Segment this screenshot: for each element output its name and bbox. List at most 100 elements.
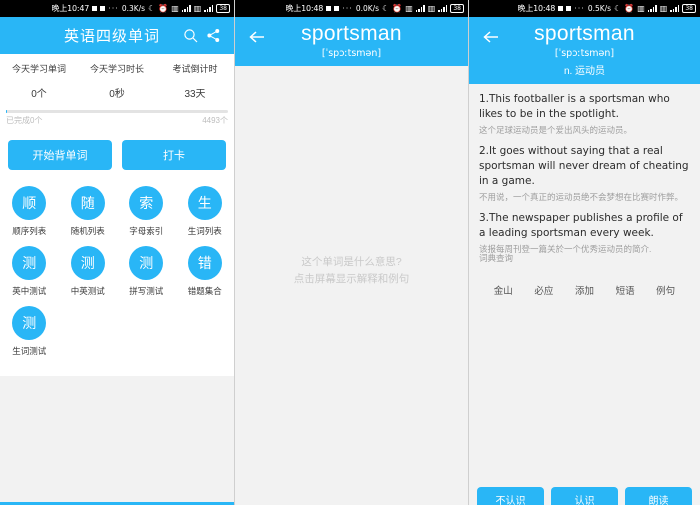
alarm-icon: ⏰ [392,3,403,13]
grid-label: 随机列表 [70,226,105,236]
word-phonetic: [ˈspɔːtsmən] [554,48,615,59]
grid-label: 英中测试 [12,286,47,296]
page-title: 英语四级单词 [63,28,160,45]
status-network-speed: 0.5K/s [587,4,612,13]
grid-icon: 随 [70,186,105,220]
grid-item-spelling-test[interactable]: 测 拼写测试 [117,246,176,297]
grid-icon: 顺 [12,186,47,220]
link-jinshan[interactable]: 金山 [494,283,513,297]
start-memorize-button[interactable]: 开始背单词 [8,140,112,170]
link-phrase[interactable]: 短语 [616,283,635,297]
share-icon[interactable] [202,25,224,47]
status-bar: 晚上10:47 ··· 0.3K/s ☾ ⏰ ▥ ▥ 38 [0,0,234,17]
word-detail-wrap: 1.This footballer is a sportsman who lik… [469,84,700,505]
battery-indicator: 38 [682,4,696,13]
grid-icon: 测 [129,246,164,280]
sim-icon: ▥ [171,3,179,13]
signal-bars-icon [181,5,191,12]
grid-icon: 生 [187,186,222,220]
app-header: 英语四级单词 [0,17,234,54]
alarm-icon: ⏰ [158,3,169,13]
word-meaning: n. 运动员 [563,66,606,77]
back-arrow-icon[interactable] [477,21,505,77]
word-phonetic: [ˈspɔːtsmən] [321,48,382,59]
signal-bars-icon [415,5,425,12]
example-sentence: 2.It goes without saying that a real spo… [479,144,690,204]
status-square-icon [326,6,332,11]
progress-labels: 已完成0个 4493个 [0,113,234,126]
link-bing[interactable]: 必应 [534,283,553,297]
sentence-english: 1.This footballer is a sportsman who lik… [479,93,670,120]
grid-item-alphabet-index[interactable]: 索 字母索引 [117,186,176,237]
status-time: 晚上10:48 [517,4,556,13]
signal-bars-icon [204,5,214,12]
progress-completed-label: 已完成0个 [6,116,43,125]
stats-row: 今天学习单词 0个 今天学习时长 0秒 考试倒计时 33天 [0,62,234,100]
status-square-icon [334,6,340,11]
empty-space [0,376,234,502]
status-square-icon [558,6,564,11]
sentence-english: 2.It goes without saying that a real spo… [479,145,689,187]
status-more-icon: ··· [108,4,119,13]
sim-icon: ▥ [405,3,413,13]
moon-icon: ☾ [614,3,622,13]
word-detail-body: 1.This footballer is a sportsman who lik… [469,84,700,505]
checkin-button[interactable]: 打卡 [122,140,226,170]
stat-label: 今天学习时长 [89,64,144,74]
grid-icon: 测 [12,306,47,340]
search-icon[interactable] [180,25,202,47]
grid-icon: 测 [70,246,105,280]
phone-screen-word-hidden: 晚上10:48 ··· 0.0K/s ☾ ⏰ ▥ ▥ 38 sportsman … [234,0,468,505]
stat-label: 考试倒计时 [172,64,218,74]
home-body: 今天学习单词 0个 今天学习时长 0秒 考试倒计时 33天 已完成0个 4493… [0,54,234,505]
sentence-english: 3.The newspaper publishes a profile of a… [479,212,683,239]
sim-icon: ▥ [193,3,202,13]
signal-bars-icon [647,5,657,12]
grid-item-en-cn-test[interactable]: 测 英中测试 [0,246,59,297]
grid-icon: 错 [187,246,222,280]
tap-hint: 这个单词是什么意思? 点击屏幕显示解释和例句 [235,254,468,288]
know-button[interactable]: 认识 [551,487,618,505]
stat-value: 33天 [184,89,206,100]
grid-item-newword-test[interactable]: 测 生词测试 [0,306,59,357]
status-more-icon: ··· [574,4,585,13]
status-square-icon [100,6,106,11]
status-square-icon [566,6,572,11]
progress-section [0,100,234,113]
word-hidden-body[interactable]: 这个单词是什么意思? 点击屏幕显示解释和例句 [235,66,468,505]
stat-value: 0秒 [109,89,125,100]
grid-item-cn-en-test[interactable]: 测 中英测试 [59,246,118,297]
feature-grid: 顺 顺序列表 随 随机列表 索 字母索引 生 生词列表 测 英中测试 测 中英测… [0,180,234,376]
moon-icon: ☾ [148,3,156,13]
grid-icon: 测 [12,246,47,280]
grid-item-sequential-list[interactable]: 顺 顺序列表 [0,186,59,237]
grid-item-wrong-collection[interactable]: 错 错题集合 [176,246,235,297]
link-add[interactable]: 添加 [575,283,594,297]
moon-icon: ☾ [382,3,390,13]
status-bar: 晚上10:48 ··· 0.5K/s ☾ ⏰ ▥ ▥ 38 [469,0,700,17]
grid-label: 错题集合 [187,286,222,296]
status-time: 晚上10:47 [51,4,90,13]
hint-line-1: 这个单词是什么意思? [301,256,402,268]
word-header: sportsman [ˈspɔːtsmən] n. 运动员 [469,17,700,84]
back-arrow-icon[interactable] [243,21,271,59]
progress-bar [6,110,228,113]
read-aloud-button[interactable]: 朗读 [625,487,692,505]
dictionary-links: 金山 必应 添加 短语 例句 [479,271,690,297]
dont-know-button[interactable]: 不认识 [477,487,544,505]
sim-icon: ▥ [637,3,645,13]
grid-label: 字母索引 [129,226,164,236]
grid-item-newword-list[interactable]: 生 生词列表 [176,186,235,237]
stats-card: 今天学习单词 0个 今天学习时长 0秒 考试倒计时 33天 已完成0个 4493… [0,54,234,132]
status-network-speed: 0.0K/s [355,4,380,13]
grid-label: 生词测试 [12,346,47,356]
link-example[interactable]: 例句 [656,283,675,297]
grid-label: 生词列表 [187,226,222,236]
battery-indicator: 38 [216,4,230,13]
status-more-icon: ··· [342,4,353,13]
grid-item-random-list[interactable]: 随 随机列表 [59,186,118,237]
status-network-speed: 0.3K/s [121,4,146,13]
stat-value: 0个 [31,89,47,100]
example-sentence: 1.This footballer is a sportsman who lik… [479,92,690,137]
sentence-chinese: 不用说，一个真正的运动员绝不会梦想在比赛时作弊。 [479,192,684,202]
